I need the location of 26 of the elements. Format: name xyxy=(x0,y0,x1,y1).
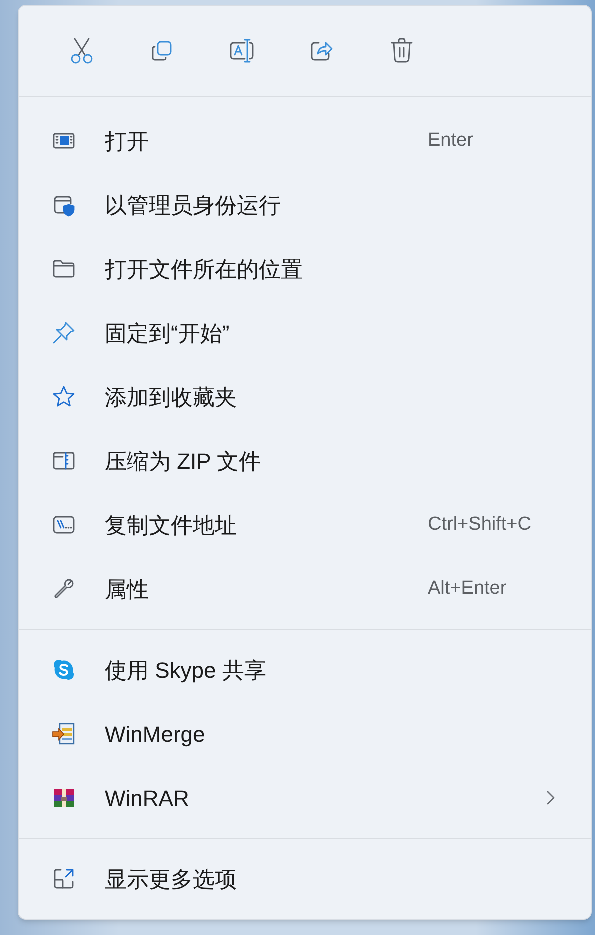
scissors-icon xyxy=(69,37,95,65)
pin-icon xyxy=(52,321,76,345)
menu-item[interactable]: 压缩为 ZIP 文件 xyxy=(19,429,591,493)
menu-item[interactable]: 固定到“开始” xyxy=(19,301,591,365)
menu-item[interactable]: WinMerge xyxy=(19,702,591,766)
shortcut-label: Ctrl+Shift+C xyxy=(428,512,532,537)
menu-item[interactable]: 打开文件所在的位置 xyxy=(19,237,591,301)
menu-item[interactable]: 以管理员身份运行 xyxy=(19,173,591,237)
menu-item[interactable]: 属性 Alt+Enter xyxy=(19,557,591,621)
menu-item[interactable]: 复制文件地址 Ctrl+Shift+C xyxy=(19,493,591,557)
menu-item[interactable]: 添加到收藏夹 xyxy=(19,365,591,429)
star-icon xyxy=(52,385,76,409)
books-icon xyxy=(52,786,76,810)
expand-icon xyxy=(52,867,76,891)
document-arrow-icon xyxy=(52,722,76,746)
menu-item[interactable]: 打开 Enter xyxy=(19,109,591,173)
trash-icon xyxy=(390,38,414,64)
menu-item[interactable]: WinRAR xyxy=(19,766,591,830)
menu-item[interactable]: 使用 Skype 共享 xyxy=(19,638,591,702)
wrench-icon xyxy=(52,577,76,601)
rename-icon xyxy=(228,38,256,64)
menu-item[interactable]: 显示更多选项 xyxy=(19,847,591,911)
shortcut-label: Alt+Enter xyxy=(428,576,507,601)
shortcut-label: Enter xyxy=(428,128,474,153)
skype-icon xyxy=(52,658,76,682)
copy-icon xyxy=(150,39,174,63)
